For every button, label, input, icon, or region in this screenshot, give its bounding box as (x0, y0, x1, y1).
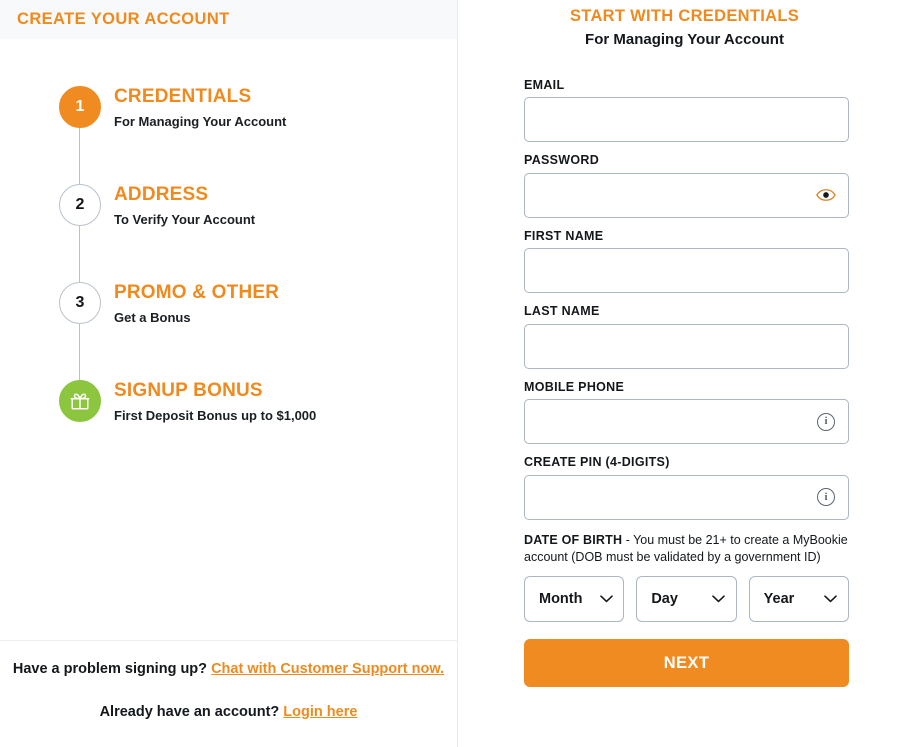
step-subtitle: First Deposit Bonus up to $1,000 (114, 407, 317, 423)
date-of-birth-selects: Month Day Year (524, 576, 849, 623)
chevron-down-icon (824, 592, 838, 606)
info-icon-glyph: i (817, 412, 835, 431)
create-pin-input[interactable] (524, 474, 849, 520)
password-label: PASSWORD (524, 153, 600, 168)
last-name-input-wrap (524, 323, 849, 369)
step-connector-3 (79, 324, 80, 380)
support-prompt: Have a problem signing up? Chat with Cus… (12, 659, 445, 680)
date-of-birth-label: DATE OF BIRTH (524, 532, 623, 547)
field-date-of-birth: DATE OF BIRTH - You must be 21+ to creat… (524, 532, 849, 623)
gift-icon (69, 390, 91, 412)
field-last-name: LAST NAME (524, 305, 849, 369)
step-marker-number: 1 (75, 98, 85, 115)
password-input-wrap (524, 172, 849, 218)
page-title: CREATE YOUR ACCOUNT (17, 10, 230, 29)
mobile-phone-label: MOBILE PHONE (524, 379, 625, 394)
step-item-signup-bonus[interactable]: SIGNUP BONUS First Deposit Bonus up to $… (0, 380, 457, 423)
step-marker-bonus (59, 380, 101, 422)
step-marker-3: 3 (59, 282, 101, 324)
step-item-address[interactable]: 2 ADDRESS To Verify Your Account (0, 184, 457, 282)
signup-steps-panel: CREATE YOUR ACCOUNT 1 CREDENTIALS For Ma… (0, 0, 458, 747)
step-item-credentials[interactable]: 1 CREDENTIALS For Managing Your Account (0, 86, 457, 184)
dob-year-select[interactable]: Year (748, 576, 849, 623)
step-subtitle: Get a Bonus (114, 309, 191, 325)
step-connector-2 (79, 226, 80, 282)
step-list: 1 CREDENTIALS For Managing Your Account … (0, 39, 457, 640)
step-item-promo[interactable]: 3 PROMO & OTHER Get a Bonus (0, 282, 457, 380)
field-create-pin: CREATE PIN (4-DIGITS) i (524, 456, 849, 520)
step-subtitle: To Verify Your Account (114, 211, 256, 227)
eye-icon[interactable] (816, 185, 836, 205)
email-label: EMAIL (524, 77, 565, 92)
create-pin-label: CREATE PIN (4-DIGITS) (524, 455, 670, 470)
form-header: START WITH CREDENTIALS For Managing Your… (458, 0, 911, 49)
form-subtitle: For Managing Your Account (585, 30, 784, 48)
field-first-name: FIRST NAME (524, 230, 849, 294)
step-marker-2: 2 (59, 184, 101, 226)
step-marker-1: 1 (59, 86, 101, 128)
email-input[interactable] (524, 97, 849, 143)
credentials-form: EMAIL PASSWORD FIRST NAME LAST NAME MOBI… (458, 79, 911, 688)
mobile-phone-input[interactable] (524, 399, 849, 445)
last-name-label: LAST NAME (524, 304, 600, 319)
last-name-input[interactable] (524, 323, 849, 369)
credentials-form-panel: START WITH CREDENTIALS For Managing Your… (458, 0, 911, 747)
password-input[interactable] (524, 172, 849, 218)
signup-page: CREATE YOUR ACCOUNT 1 CREDENTIALS For Ma… (0, 0, 911, 747)
dob-year-value: Year (763, 590, 795, 607)
step-subtitle: For Managing Your Account (114, 113, 287, 129)
login-question-text: Already have an account? (99, 703, 280, 720)
step-title: SIGNUP BONUS (114, 380, 263, 401)
left-panel-footer: Have a problem signing up? Chat with Cus… (0, 639, 457, 747)
login-here-link[interactable]: Login here (283, 704, 357, 720)
mobile-phone-input-wrap: i (524, 399, 849, 445)
step-marker-number: 2 (75, 196, 85, 213)
chevron-down-icon (712, 592, 726, 606)
info-icon[interactable]: i (816, 412, 836, 432)
left-panel-header: CREATE YOUR ACCOUNT (0, 0, 457, 39)
info-icon-glyph: i (817, 488, 835, 507)
date-of-birth-note: DATE OF BIRTH - You must be 21+ to creat… (524, 532, 849, 568)
support-question-text: Have a problem signing up? (12, 660, 208, 677)
first-name-input-wrap (524, 248, 849, 294)
step-title: PROMO & OTHER (114, 282, 280, 303)
dob-month-value: Month (539, 590, 583, 607)
dob-month-select[interactable]: Month (524, 576, 625, 623)
first-name-input[interactable] (524, 248, 849, 294)
chevron-down-icon (599, 592, 613, 606)
info-icon[interactable]: i (816, 487, 836, 507)
step-connector-1 (79, 128, 80, 184)
field-password: PASSWORD (524, 154, 849, 218)
login-prompt: Already have an account? Login here (12, 702, 445, 723)
dob-day-select[interactable]: Day (636, 576, 737, 623)
step-title: ADDRESS (114, 184, 209, 205)
field-email: EMAIL (524, 79, 849, 143)
chat-support-link[interactable]: Chat with Customer Support now. (211, 661, 444, 677)
first-name-label: FIRST NAME (524, 228, 604, 243)
dob-day-value: Day (651, 590, 678, 607)
step-title: CREDENTIALS (114, 86, 252, 107)
email-input-wrap (524, 97, 849, 143)
field-mobile-phone: MOBILE PHONE i (524, 381, 849, 445)
create-pin-input-wrap: i (524, 474, 849, 520)
form-title: START WITH CREDENTIALS (569, 7, 800, 25)
step-marker-number: 3 (75, 294, 85, 311)
next-button[interactable]: NEXT (524, 639, 849, 688)
